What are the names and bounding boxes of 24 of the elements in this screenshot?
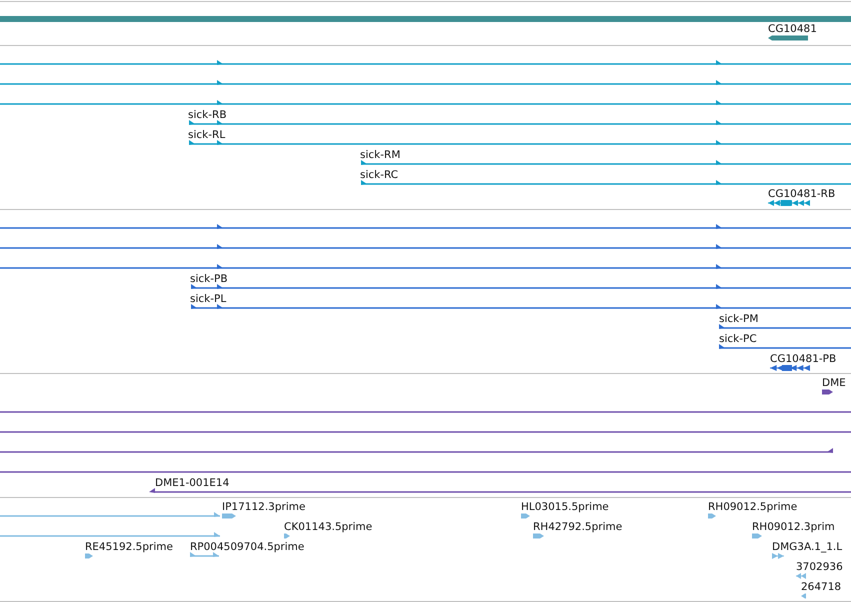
feature-label: RP004509704.5prime (190, 541, 304, 554)
feature-label: CK01143.5prime (284, 521, 372, 534)
feature-label: CG10481 (768, 23, 817, 36)
feature-label: RH09012.3prim (752, 521, 835, 534)
feature-label: HL03015.5prime (521, 501, 609, 514)
feature-label: sick-PC (719, 333, 757, 346)
feature-label: 264718 (801, 581, 842, 594)
feature-label: DME (822, 377, 846, 390)
feature-label: DME1-001E14 (155, 477, 230, 490)
feature-label: sick-RB (188, 109, 227, 122)
feature-label: RH42792.5prime (533, 521, 622, 534)
feature-label: sick-PL (190, 293, 226, 306)
feature-label: RH09012.5prime (708, 501, 798, 514)
feature-label: CG10481-RB (768, 188, 836, 201)
feature-label: CG10481-PB (770, 353, 836, 366)
feature-label: sick-RC (360, 169, 398, 182)
feature-label: sick-PB (190, 273, 228, 286)
feature-label: DMG3A.1_1.L (772, 541, 842, 554)
feature-label: sick-RL (188, 129, 226, 142)
feature-label: sick-RM (360, 149, 400, 162)
feature-label: RE45192.5prime (85, 541, 173, 554)
feature-label: sick-PM (719, 313, 758, 326)
feature-label: 3702936 (796, 561, 843, 574)
feature-label: IP17112.3prime (222, 501, 306, 514)
